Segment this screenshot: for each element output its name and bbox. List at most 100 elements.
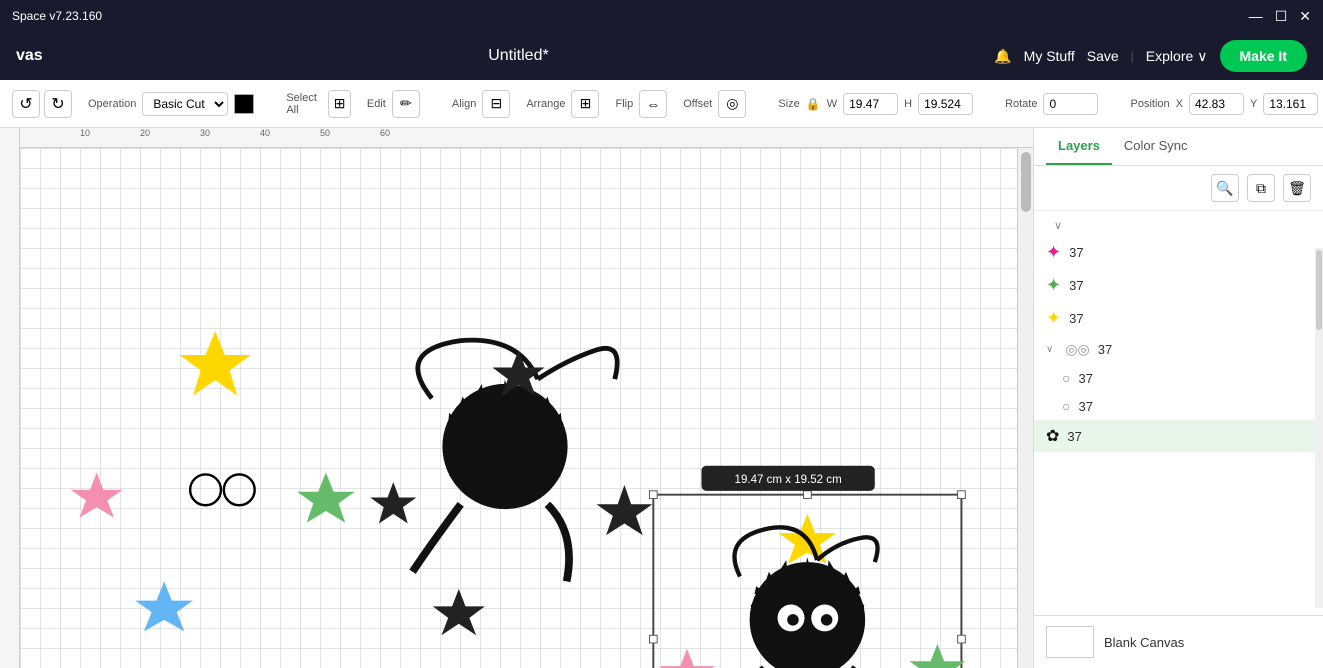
- ruler-horizontal: 10 20 30 40 50 60: [0, 128, 1033, 148]
- position-label: Position: [1130, 98, 1169, 110]
- fuzzy-creature-right: [659, 514, 965, 668]
- rotate-group: Rotate: [1005, 93, 1098, 115]
- scrollbar-thumb[interactable]: [1021, 152, 1031, 212]
- layer-label-5: 37: [1078, 371, 1092, 386]
- rotate-input[interactable]: [1043, 93, 1098, 115]
- layer-icon-eyes: ◎◎: [1065, 341, 1089, 358]
- layer-icon-yellow: ✦: [1046, 308, 1061, 329]
- maximize-button[interactable]: ☐: [1275, 8, 1288, 25]
- position-group: Position X Y: [1130, 93, 1318, 115]
- layer-icon-fuzzy: ✿: [1046, 426, 1059, 446]
- header-left: vas: [16, 47, 43, 65]
- ruler-marks: 10 20 30 40 50 60: [20, 128, 1033, 148]
- main-layout: 10 20 30 40 50 60: [0, 128, 1323, 668]
- size-group: Size 🔒 W H: [778, 93, 973, 115]
- window-controls: — ☐ ✕: [1249, 8, 1311, 25]
- my-stuff-button[interactable]: My Stuff: [1024, 48, 1075, 64]
- offset-label: Offset: [683, 98, 712, 110]
- arrange-label: Arrange: [526, 98, 565, 110]
- circle-eye-left: [190, 474, 221, 505]
- align-button[interactable]: ⊟: [482, 90, 510, 118]
- edit-button[interactable]: ✏: [392, 90, 420, 118]
- panel-scrollbar[interactable]: [1315, 248, 1323, 608]
- tab-layers[interactable]: Layers: [1046, 128, 1112, 165]
- layer-item-green[interactable]: ✦ 37: [1034, 269, 1323, 302]
- layer-item-eyes-group[interactable]: ∨ ◎◎ 37: [1034, 335, 1323, 364]
- canvas-area[interactable]: 10 20 30 40 50 60: [0, 128, 1033, 668]
- flip-group: Flip ⇔: [615, 90, 667, 118]
- separator: |: [1131, 49, 1134, 63]
- color-swatch[interactable]: [234, 94, 254, 114]
- arrange-group: Arrange ⊞: [526, 90, 599, 118]
- offset-button[interactable]: ◎: [718, 90, 746, 118]
- toolbar: ↺ ↻ Operation Basic Cut Select All ⊞ Edi…: [0, 80, 1323, 128]
- undo-button[interactable]: ↺: [12, 90, 40, 118]
- layer-label-7: 37: [1067, 429, 1081, 444]
- save-button[interactable]: Save: [1087, 48, 1119, 64]
- layer-item-eye-2[interactable]: ○ 37: [1034, 392, 1323, 420]
- layer-item-fuzzy[interactable]: ✿ 37: [1034, 420, 1323, 452]
- align-group: Align ⊟: [452, 90, 510, 118]
- layer-label-2: 37: [1069, 278, 1083, 293]
- select-all-group: Select All ⊞: [286, 90, 351, 118]
- pink-star: [71, 473, 123, 518]
- right-panel: Layers Color Sync 🔍 ⧉ 🗑 ∨ ✦ 37 ✦ 37 ✦: [1033, 128, 1323, 668]
- layer-item-eye-1[interactable]: ○ 37: [1034, 364, 1323, 392]
- tab-color-sync[interactable]: Color Sync: [1112, 128, 1200, 165]
- edit-label: Edit: [367, 98, 386, 110]
- yellow-star: [180, 331, 251, 396]
- position-y-input[interactable]: [1263, 93, 1318, 115]
- black-star-3: [433, 589, 485, 635]
- flip-button[interactable]: ⇔: [639, 90, 667, 118]
- layer-label-3: 37: [1069, 311, 1083, 326]
- rotate-label: Rotate: [1005, 98, 1037, 110]
- size-label: Size: [778, 98, 799, 110]
- offset-group: Offset ◎: [683, 90, 746, 118]
- size-h-label: H: [904, 98, 912, 110]
- align-label: Align: [452, 98, 476, 110]
- operation-select[interactable]: Basic Cut: [142, 92, 228, 116]
- bell-button[interactable]: 🔔: [994, 48, 1011, 65]
- layers-collapsed-indicator: ∨: [1034, 215, 1323, 236]
- duplicate-button[interactable]: ⧉: [1247, 174, 1275, 202]
- select-all-button[interactable]: ⊞: [328, 90, 351, 118]
- size-h-input[interactable]: [918, 93, 973, 115]
- layer-icon-eye-1: ○: [1062, 370, 1070, 386]
- close-button[interactable]: ✕: [1299, 8, 1311, 25]
- position-x-label: X: [1176, 98, 1183, 110]
- ruler-vertical: [0, 128, 20, 668]
- panel-scrollbar-thumb[interactable]: [1316, 250, 1322, 330]
- layers-list: ∨ ✦ 37 ✦ 37 ✦ 37 ∨ ◎◎ 37: [1034, 211, 1323, 615]
- size-w-label: W: [827, 98, 837, 110]
- header-center: Untitled*: [488, 47, 548, 65]
- operation-group: Operation Basic Cut: [88, 92, 254, 116]
- arrange-button[interactable]: ⊞: [571, 90, 599, 118]
- blank-canvas-section: Blank Canvas: [1034, 615, 1323, 668]
- circle-eye-right: [224, 474, 255, 505]
- black-star-1: [370, 482, 416, 523]
- layer-icon-green: ✦: [1046, 275, 1061, 296]
- document-title: Untitled*: [488, 47, 548, 64]
- svg-text:19.47 cm x 19.52 cm: 19.47 cm x 19.52 cm: [735, 474, 842, 486]
- delete-button[interactable]: 🗑: [1283, 174, 1311, 202]
- panel-actions: 🔍 ⧉ 🗑: [1034, 166, 1323, 211]
- grid-canvas[interactable]: 19.47 cm x 19.52 cm: [20, 148, 1017, 668]
- position-x-input[interactable]: [1189, 93, 1244, 115]
- blank-canvas-label: Blank Canvas: [1104, 635, 1184, 650]
- layer-item-pink[interactable]: ✦ 37: [1034, 236, 1323, 269]
- explore-button[interactable]: Explore ∨: [1146, 48, 1208, 65]
- canvas-svg: 19.47 cm x 19.52 cm: [20, 148, 1017, 668]
- size-w-input[interactable]: [843, 93, 898, 115]
- green-star-left: [297, 473, 355, 523]
- redo-button[interactable]: ↻: [44, 90, 72, 118]
- app-name: Space v7.23.160: [12, 9, 102, 23]
- layer-item-yellow[interactable]: ✦ 37: [1034, 302, 1323, 335]
- scrollbar-vertical[interactable]: [1017, 148, 1033, 668]
- blue-star: [135, 581, 193, 631]
- search-button[interactable]: 🔍: [1211, 174, 1239, 202]
- panel-tabs: Layers Color Sync: [1034, 128, 1323, 166]
- layer-label-4: 37: [1098, 342, 1112, 357]
- minimize-button[interactable]: —: [1249, 8, 1263, 24]
- title-bar: Space v7.23.160 — ☐ ✕: [0, 0, 1323, 32]
- make-it-button[interactable]: Make It: [1220, 40, 1307, 72]
